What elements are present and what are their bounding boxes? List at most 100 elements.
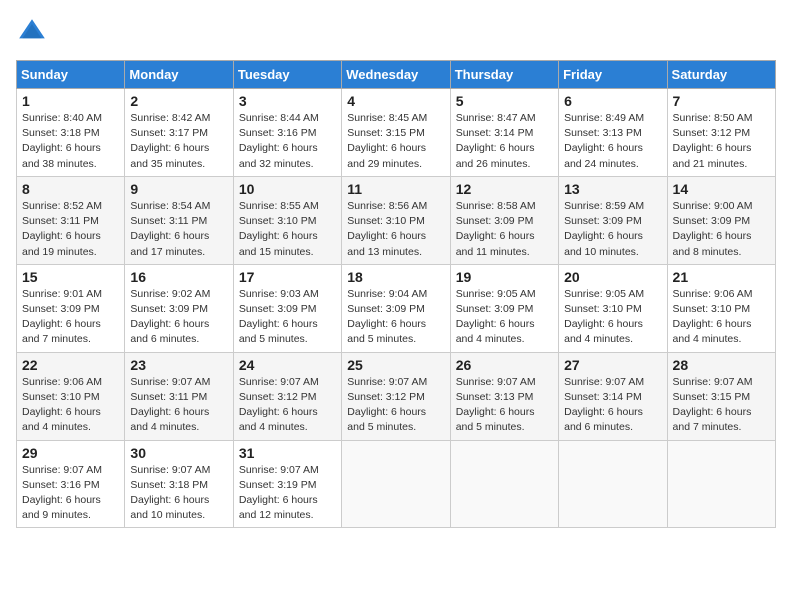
calendar-cell: 27 Sunrise: 9:07 AM Sunset: 3:14 PM Dayli…	[559, 352, 667, 440]
calendar-cell: 13 Sunrise: 8:59 AM Sunset: 3:09 PM Dayli…	[559, 176, 667, 264]
calendar-cell: 10 Sunrise: 8:55 AM Sunset: 3:10 PM Dayli…	[233, 176, 341, 264]
calendar-cell: 20 Sunrise: 9:05 AM Sunset: 3:10 PM Dayli…	[559, 264, 667, 352]
col-header-saturday: Saturday	[667, 61, 775, 89]
logo	[16, 16, 52, 48]
day-number: 22	[22, 357, 119, 373]
day-info: Sunrise: 8:54 AM Sunset: 3:11 PM Dayligh…	[130, 199, 227, 260]
calendar-week-row: 8 Sunrise: 8:52 AM Sunset: 3:11 PM Daylig…	[17, 176, 776, 264]
calendar-cell: 12 Sunrise: 8:58 AM Sunset: 3:09 PM Dayli…	[450, 176, 558, 264]
day-number: 17	[239, 269, 336, 285]
day-number: 11	[347, 181, 444, 197]
day-info: Sunrise: 9:07 AM Sunset: 3:18 PM Dayligh…	[130, 463, 227, 524]
day-number: 4	[347, 93, 444, 109]
day-info: Sunrise: 8:55 AM Sunset: 3:10 PM Dayligh…	[239, 199, 336, 260]
day-info: Sunrise: 9:07 AM Sunset: 3:14 PM Dayligh…	[564, 375, 661, 436]
day-info: Sunrise: 9:07 AM Sunset: 3:12 PM Dayligh…	[239, 375, 336, 436]
day-number: 8	[22, 181, 119, 197]
day-number: 6	[564, 93, 661, 109]
calendar-cell: 11 Sunrise: 8:56 AM Sunset: 3:10 PM Dayli…	[342, 176, 450, 264]
day-info: Sunrise: 8:42 AM Sunset: 3:17 PM Dayligh…	[130, 111, 227, 172]
day-number: 10	[239, 181, 336, 197]
day-info: Sunrise: 9:05 AM Sunset: 3:10 PM Dayligh…	[564, 287, 661, 348]
calendar-cell: 9Sunrise: 8:54 AM Sunset: 3:11 PM Daylig…	[125, 176, 233, 264]
calendar-cell: 31 Sunrise: 9:07 AM Sunset: 3:19 PM Dayli…	[233, 440, 341, 528]
day-number: 13	[564, 181, 661, 197]
calendar-cell	[667, 440, 775, 528]
calendar-cell: 8 Sunrise: 8:52 AM Sunset: 3:11 PM Daylig…	[17, 176, 125, 264]
day-number: 26	[456, 357, 553, 373]
calendar-cell: 26 Sunrise: 9:07 AM Sunset: 3:13 PM Dayli…	[450, 352, 558, 440]
col-header-tuesday: Tuesday	[233, 61, 341, 89]
logo-icon	[16, 16, 48, 48]
day-number: 12	[456, 181, 553, 197]
calendar-cell: 16Sunrise: 9:02 AM Sunset: 3:09 PM Dayli…	[125, 264, 233, 352]
calendar-cell	[342, 440, 450, 528]
day-number: 5	[456, 93, 553, 109]
day-number: 31	[239, 445, 336, 461]
col-header-friday: Friday	[559, 61, 667, 89]
day-number: 27	[564, 357, 661, 373]
calendar-cell: 24 Sunrise: 9:07 AM Sunset: 3:12 PM Dayli…	[233, 352, 341, 440]
calendar-cell: 7 Sunrise: 8:50 AM Sunset: 3:12 PM Daylig…	[667, 89, 775, 177]
day-info: Sunrise: 8:56 AM Sunset: 3:10 PM Dayligh…	[347, 199, 444, 260]
day-info: Sunrise: 8:52 AM Sunset: 3:11 PM Dayligh…	[22, 199, 119, 260]
day-info: Sunrise: 8:58 AM Sunset: 3:09 PM Dayligh…	[456, 199, 553, 260]
day-info: Sunrise: 9:07 AM Sunset: 3:13 PM Dayligh…	[456, 375, 553, 436]
calendar-cell: 22 Sunrise: 9:06 AM Sunset: 3:10 PM Dayli…	[17, 352, 125, 440]
day-info: Sunrise: 8:47 AM Sunset: 3:14 PM Dayligh…	[456, 111, 553, 172]
day-info: Sunrise: 8:45 AM Sunset: 3:15 PM Dayligh…	[347, 111, 444, 172]
day-info: Sunrise: 9:05 AM Sunset: 3:09 PM Dayligh…	[456, 287, 553, 348]
calendar-cell: 19 Sunrise: 9:05 AM Sunset: 3:09 PM Dayli…	[450, 264, 558, 352]
day-number: 21	[673, 269, 770, 285]
day-info: Sunrise: 9:00 AM Sunset: 3:09 PM Dayligh…	[673, 199, 770, 260]
page-header	[16, 16, 776, 48]
col-header-sunday: Sunday	[17, 61, 125, 89]
calendar-week-row: 22 Sunrise: 9:06 AM Sunset: 3:10 PM Dayli…	[17, 352, 776, 440]
day-info: Sunrise: 9:06 AM Sunset: 3:10 PM Dayligh…	[673, 287, 770, 348]
day-number: 30	[130, 445, 227, 461]
day-number: 19	[456, 269, 553, 285]
calendar-table: SundayMondayTuesdayWednesdayThursdayFrid…	[16, 60, 776, 528]
day-number: 18	[347, 269, 444, 285]
day-number: 3	[239, 93, 336, 109]
day-info: Sunrise: 9:06 AM Sunset: 3:10 PM Dayligh…	[22, 375, 119, 436]
day-number: 24	[239, 357, 336, 373]
calendar-cell: 29 Sunrise: 9:07 AM Sunset: 3:16 PM Dayli…	[17, 440, 125, 528]
day-info: Sunrise: 8:59 AM Sunset: 3:09 PM Dayligh…	[564, 199, 661, 260]
calendar-cell: 4 Sunrise: 8:45 AM Sunset: 3:15 PM Daylig…	[342, 89, 450, 177]
day-number: 25	[347, 357, 444, 373]
calendar-cell: 17Sunrise: 9:03 AM Sunset: 3:09 PM Dayli…	[233, 264, 341, 352]
day-number: 29	[22, 445, 119, 461]
day-info: Sunrise: 8:44 AM Sunset: 3:16 PM Dayligh…	[239, 111, 336, 172]
calendar-cell: 6Sunrise: 8:49 AM Sunset: 3:13 PM Daylig…	[559, 89, 667, 177]
day-info: Sunrise: 9:07 AM Sunset: 3:15 PM Dayligh…	[673, 375, 770, 436]
day-number: 15	[22, 269, 119, 285]
day-info: Sunrise: 8:40 AM Sunset: 3:18 PM Dayligh…	[22, 111, 119, 172]
day-number: 28	[673, 357, 770, 373]
calendar-cell: 28 Sunrise: 9:07 AM Sunset: 3:15 PM Dayli…	[667, 352, 775, 440]
col-header-monday: Monday	[125, 61, 233, 89]
calendar-cell	[559, 440, 667, 528]
day-info: Sunrise: 9:01 AM Sunset: 3:09 PM Dayligh…	[22, 287, 119, 348]
calendar-week-row: 15 Sunrise: 9:01 AM Sunset: 3:09 PM Dayli…	[17, 264, 776, 352]
col-header-wednesday: Wednesday	[342, 61, 450, 89]
day-info: Sunrise: 9:07 AM Sunset: 3:11 PM Dayligh…	[130, 375, 227, 436]
day-info: Sunrise: 8:50 AM Sunset: 3:12 PM Dayligh…	[673, 111, 770, 172]
col-header-thursday: Thursday	[450, 61, 558, 89]
day-number: 7	[673, 93, 770, 109]
day-info: Sunrise: 9:07 AM Sunset: 3:16 PM Dayligh…	[22, 463, 119, 524]
calendar-cell: 18Sunrise: 9:04 AM Sunset: 3:09 PM Dayli…	[342, 264, 450, 352]
day-number: 23	[130, 357, 227, 373]
calendar-cell: 5 Sunrise: 8:47 AM Sunset: 3:14 PM Daylig…	[450, 89, 558, 177]
day-info: Sunrise: 9:07 AM Sunset: 3:19 PM Dayligh…	[239, 463, 336, 524]
calendar-cell: 2Sunrise: 8:42 AM Sunset: 3:17 PM Daylig…	[125, 89, 233, 177]
calendar-cell: 15 Sunrise: 9:01 AM Sunset: 3:09 PM Dayli…	[17, 264, 125, 352]
calendar-header-row: SundayMondayTuesdayWednesdayThursdayFrid…	[17, 61, 776, 89]
day-info: Sunrise: 9:07 AM Sunset: 3:12 PM Dayligh…	[347, 375, 444, 436]
day-number: 20	[564, 269, 661, 285]
calendar-cell: 25 Sunrise: 9:07 AM Sunset: 3:12 PM Dayli…	[342, 352, 450, 440]
day-number: 1	[22, 93, 119, 109]
calendar-cell	[450, 440, 558, 528]
calendar-cell: 3 Sunrise: 8:44 AM Sunset: 3:16 PM Daylig…	[233, 89, 341, 177]
day-info: Sunrise: 9:02 AM Sunset: 3:09 PM Dayligh…	[130, 287, 227, 348]
